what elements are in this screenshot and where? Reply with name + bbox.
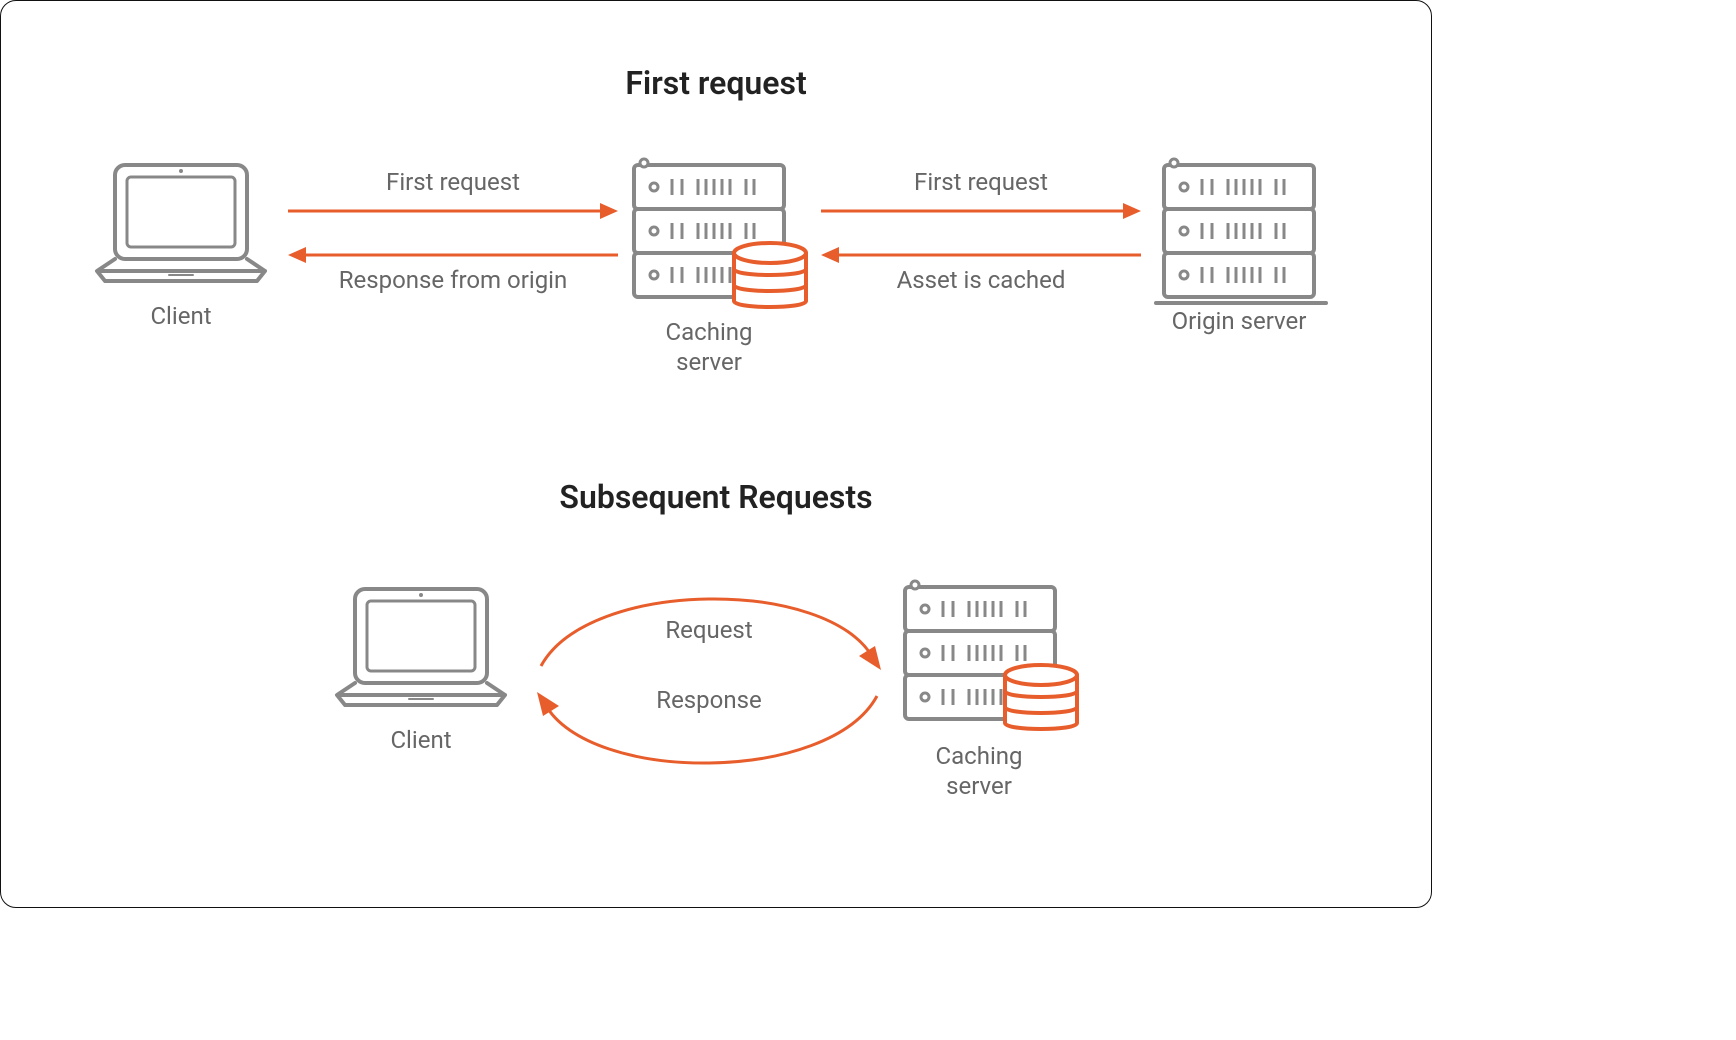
arrows-request-response <box>529 566 889 796</box>
client-label-2: Client <box>331 725 511 755</box>
arrow-label-first-request-left: First request <box>288 167 618 197</box>
arrow-label-response-origin: Response from origin <box>288 265 618 295</box>
arrow-label-asset-cached: Asset is cached <box>821 265 1141 295</box>
arrow-label-first-request-right: First request <box>821 167 1141 197</box>
section2-title: Subsequent Requests <box>516 478 916 516</box>
client-icon-2 <box>331 583 511 713</box>
caching-server-icon-2 <box>897 579 1097 739</box>
origin-server-icon <box>1156 157 1336 307</box>
arrow-label-response: Response <box>589 685 829 715</box>
client-label-1: Client <box>91 301 271 331</box>
caching-server-label-1: Caching server <box>619 317 799 377</box>
arrows-client-to-cache <box>288 199 618 269</box>
diagram-canvas: First request Client <box>0 0 1432 908</box>
client-icon <box>91 159 271 289</box>
arrows-cache-to-origin <box>821 199 1141 269</box>
caching-server-label-2: Caching server <box>889 741 1069 801</box>
arrow-label-request: Request <box>589 615 829 645</box>
section1-title: First request <box>516 64 916 102</box>
caching-server-icon-1 <box>626 157 826 317</box>
origin-server-label: Origin server <box>1089 306 1389 336</box>
